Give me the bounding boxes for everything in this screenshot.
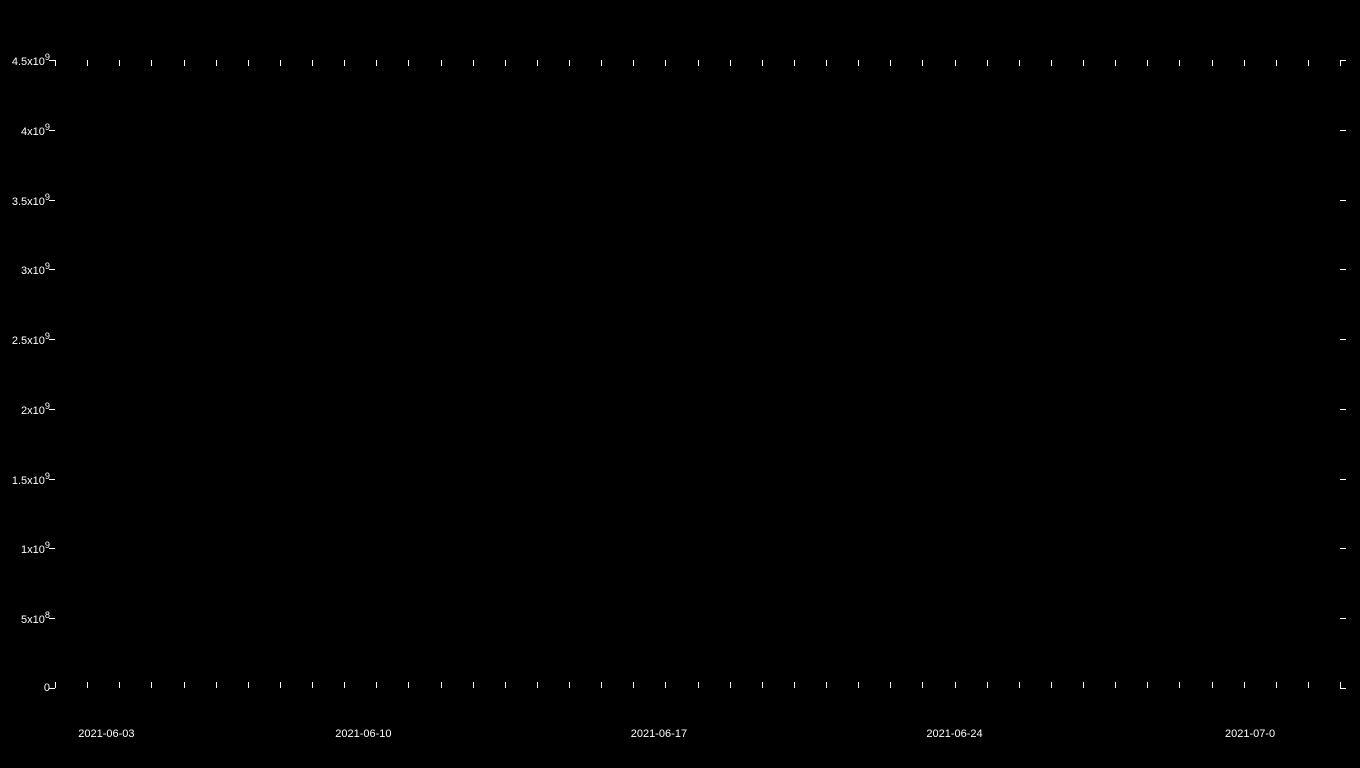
x-label: 2021-06-24 (926, 728, 982, 740)
x-label: 2021-06-03 (78, 728, 134, 740)
y-tick-label: 0 (0, 682, 50, 694)
y-tick-label: 1.5x109 (0, 471, 50, 487)
y-tick-label: 3x109 (0, 261, 50, 277)
y-tick-label: 4.5x109 (0, 52, 50, 68)
y-tick-label: 1x109 (0, 541, 50, 557)
x-label: 2021-06-17 (631, 728, 687, 740)
x-label: 2021-06-10 (335, 728, 391, 740)
y-tick-label: 5x108 (0, 610, 50, 626)
y-tick-label: 2x109 (0, 401, 50, 417)
chart-container: 4.5x109 4x109 3.5x109 3x109 2.5x109 2x109 1.5x… (0, 0, 1360, 768)
y-tick-label: 2.5x109 (0, 331, 50, 347)
x-label: 2021-07-0 (1225, 728, 1275, 740)
chart-area: 4.5x1094x1093.5x1093x1092.5x1092x1091.5x… (55, 60, 1340, 688)
y-tick-label: 3.5x109 (0, 192, 50, 208)
y-tick-label: 4x109 (0, 122, 50, 138)
